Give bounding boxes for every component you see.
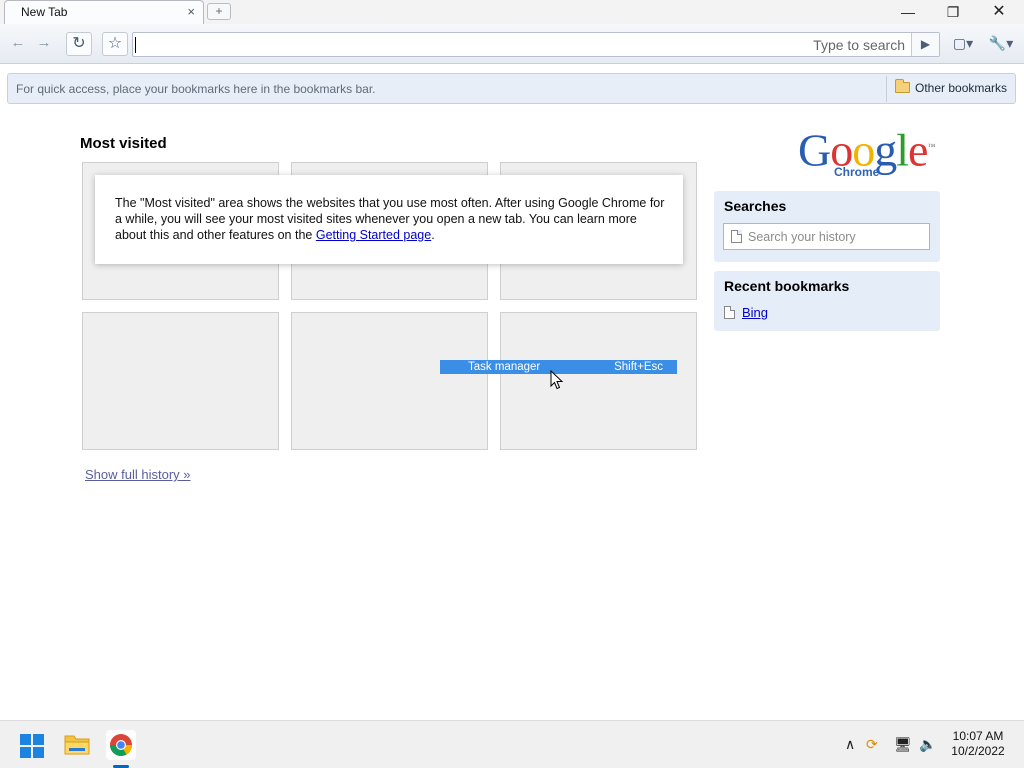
windows-logo-pane xyxy=(33,734,44,745)
reload-button[interactable]: ↻ xyxy=(66,32,92,56)
searches-panel: Searches xyxy=(714,191,940,262)
tab-title: New Tab xyxy=(21,5,68,19)
minimize-button[interactable]: — xyxy=(895,2,921,22)
history-search-input[interactable] xyxy=(748,228,926,246)
bookmarks-bar: For quick access, place your bookmarks h… xyxy=(7,73,1016,104)
task-manager-label: Task manager xyxy=(468,361,541,373)
bing-bookmark-link[interactable]: Bing xyxy=(742,305,768,320)
chrome-wordmark: Chrome xyxy=(834,165,880,179)
logo-letter: G xyxy=(798,124,831,176)
toolbar: ← → ↻ ☆ Type to search ▶ ▢▾ 🔧▾ xyxy=(0,24,1024,64)
windows-logo-pane xyxy=(33,747,44,758)
text-caret xyxy=(135,37,136,53)
omnibox-search-hint: Type to search xyxy=(813,37,905,53)
taskbar: ∧ ⟳ 🖥 🔈 10:07 AM 10/2/2022 xyxy=(0,720,1024,768)
show-hidden-icons-button[interactable]: ∧ xyxy=(845,736,855,753)
show-full-history-link[interactable]: Show full history » xyxy=(85,467,191,482)
folder-icon xyxy=(895,79,910,93)
clock-time: 10:07 AM xyxy=(952,729,1004,743)
logo-letter: e xyxy=(908,124,928,176)
searches-heading: Searches xyxy=(724,198,787,214)
most-visited-thumbnail[interactable] xyxy=(82,312,279,450)
bookmarks-bar-hint: For quick access, place your bookmarks h… xyxy=(16,82,376,96)
windows-logo-pane xyxy=(20,734,31,745)
page-icon xyxy=(724,306,735,319)
chrome-taskbar-button[interactable] xyxy=(106,730,136,760)
windows-logo-pane xyxy=(20,747,31,758)
most-visited-notice: The "Most visited" area shows the websit… xyxy=(95,175,683,264)
recent-bookmark-item[interactable]: Bing xyxy=(724,305,768,320)
start-button[interactable] xyxy=(20,734,44,758)
clock-date: 10/2/2022 xyxy=(951,744,1005,758)
back-button[interactable]: ← xyxy=(8,32,28,56)
close-window-button[interactable]: ✕ xyxy=(986,2,1012,22)
trademark: ™ xyxy=(927,142,935,151)
logo-letter: l xyxy=(896,124,909,176)
volume-icon[interactable]: 🔈 xyxy=(919,736,936,753)
tab-close-icon[interactable]: × xyxy=(187,5,195,19)
go-button[interactable]: ▶ xyxy=(911,33,939,56)
other-bookmarks-label: Other bookmarks xyxy=(915,81,1008,95)
update-icon[interactable]: ⟳ xyxy=(866,736,878,753)
title-bar: New Tab × + — ❐ ✕ xyxy=(0,0,1024,24)
chrome-icon xyxy=(110,734,132,756)
wrench-menu-button[interactable]: 🔧▾ xyxy=(985,32,1017,56)
most-visited-heading: Most visited xyxy=(80,135,167,152)
divider xyxy=(886,76,887,102)
history-search-box[interactable] xyxy=(723,223,930,250)
forward-button[interactable]: → xyxy=(34,32,54,56)
recent-bookmarks-panel: Recent bookmarks Bing xyxy=(714,271,940,331)
mouse-cursor-icon xyxy=(550,370,564,390)
restore-button[interactable]: ❐ xyxy=(940,2,966,22)
other-bookmarks-button[interactable]: Other bookmarks xyxy=(895,79,1008,95)
most-visited-thumbnail[interactable] xyxy=(291,312,488,450)
tab-new-tab[interactable]: New Tab × xyxy=(4,0,204,24)
recent-bookmarks-heading: Recent bookmarks xyxy=(724,278,850,294)
bookmark-star-button[interactable]: ☆ xyxy=(102,32,128,56)
most-visited-thumbnail[interactable] xyxy=(500,312,697,450)
network-icon[interactable]: 🖥 xyxy=(894,736,912,753)
new-tab-button[interactable]: + xyxy=(207,3,231,20)
omnibox[interactable]: Type to search ▶ xyxy=(132,32,940,57)
page-icon xyxy=(731,230,742,243)
file-explorer-icon[interactable] xyxy=(64,732,90,756)
getting-started-link[interactable]: Getting Started page xyxy=(316,228,431,242)
clock[interactable]: 10:07 AM 10/2/2022 xyxy=(940,729,1016,759)
notice-end: . xyxy=(431,228,435,242)
task-manager-shortcut: Shift+Esc xyxy=(614,361,663,373)
google-chrome-logo: Google™ Chrome xyxy=(798,124,948,184)
page-menu-button[interactable]: ▢▾ xyxy=(947,32,979,56)
